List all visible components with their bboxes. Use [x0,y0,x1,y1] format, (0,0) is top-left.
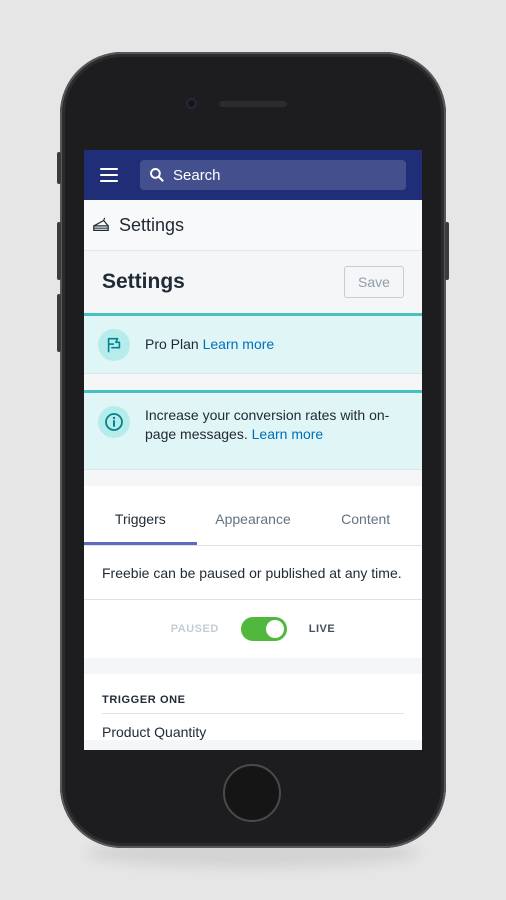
earpiece-speaker [219,101,287,107]
plan-learn-more-link[interactable]: Learn more [203,336,275,352]
front-camera [186,98,197,109]
breadcrumb[interactable]: Settings [84,200,422,251]
tab-bar: Triggers Appearance Content [84,486,422,546]
trigger-heading: TRIGGER ONE [102,674,404,714]
save-button[interactable]: Save [344,266,404,298]
silent-switch [57,152,61,184]
page-title: Settings [102,270,185,293]
plan-banner: Pro Plan Learn more [84,313,422,374]
flag-icon [98,328,130,361]
plan-banner-text: Pro Plan Learn more [145,335,274,354]
info-banner-text: Increase your conversion rates with on-p… [145,406,406,444]
info-learn-more-link[interactable]: Learn more [252,426,324,442]
product-quantity-label: Product Quantity [102,724,207,740]
status-toggle-row: PAUSED LIVE [84,600,422,658]
app-screen: Search Settings Settings Save Pro Plan L… [84,150,422,750]
hamburger-icon[interactable] [100,168,118,182]
cake-icon [93,217,109,232]
live-toggle[interactable] [240,617,287,641]
page-header: Settings Save [84,251,422,313]
live-label: LIVE [308,623,336,635]
search-placeholder: Search [173,166,221,184]
volume-down-button [57,294,61,352]
search-input[interactable]: Search [140,160,406,190]
volume-up-button [57,222,61,280]
paused-label: PAUSED [170,623,219,635]
search-icon [150,168,164,182]
tab-appearance[interactable]: Appearance [197,486,310,545]
breadcrumb-label: Settings [119,214,185,235]
toggle-knob [265,620,284,638]
home-button[interactable] [223,764,281,822]
status-card: Triggers Appearance Content Freebie can … [84,486,422,658]
tab-triggers[interactable]: Triggers [84,486,197,545]
tab-content[interactable]: Content [309,486,422,545]
plan-name: Pro Plan [145,336,199,352]
power-button [445,222,449,280]
info-icon [98,406,130,438]
top-bar: Search [84,150,422,200]
info-banner: Increase your conversion rates with on-p… [84,390,422,470]
trigger-card: TRIGGER ONE Product Quantity [84,674,422,740]
status-description: Freebie can be paused or published at an… [84,546,422,600]
